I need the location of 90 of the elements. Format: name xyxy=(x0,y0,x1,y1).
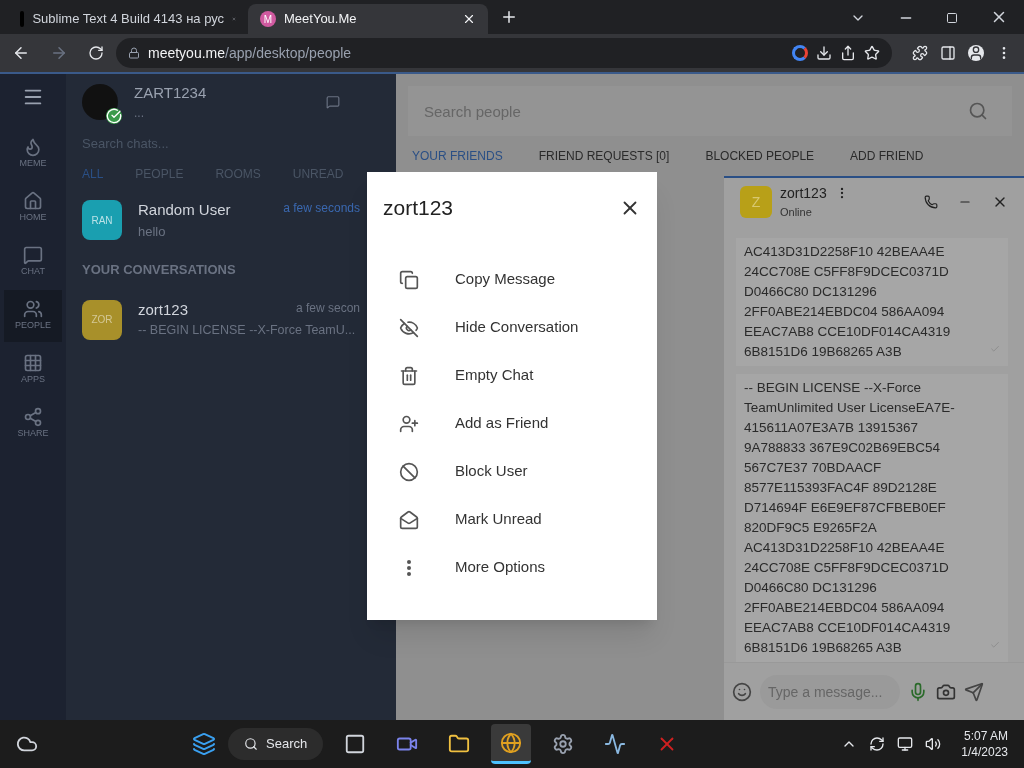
clock-time[interactable]: 5:07 AM xyxy=(964,728,1008,744)
dialog-option[interactable]: Empty Chat xyxy=(367,351,657,400)
back-icon[interactable] xyxy=(12,44,30,62)
timestamp: a few seconds xyxy=(283,200,360,217)
taskbar-app[interactable] xyxy=(491,724,532,764)
dialog-option[interactable]: Add as Friend xyxy=(367,399,657,448)
timestamp: a few secon xyxy=(295,299,360,317)
copy-icon xyxy=(399,269,419,290)
fire-icon xyxy=(23,137,43,158)
contact-name: zort123 xyxy=(138,299,189,320)
browser-icon xyxy=(500,731,523,754)
friends-list-tab[interactable]: ADD FRIEND xyxy=(850,147,924,165)
search-icon[interactable] xyxy=(968,101,988,121)
monitor-chart-icon xyxy=(604,733,627,755)
avatar: ZOR xyxy=(82,299,122,340)
dialog-title: zort123 xyxy=(383,195,454,221)
clock-date[interactable]: 1/4/2023 xyxy=(961,744,1008,760)
conversation-item[interactable]: ZOR zort123 a few secon -- BEGIN LICENSE --X-Force TeamU... xyxy=(82,291,360,348)
profile-name: ZART1234 xyxy=(134,82,208,103)
profile-status: ... xyxy=(134,105,145,123)
phone-icon[interactable] xyxy=(924,195,938,209)
avatar[interactable]: RAN xyxy=(82,200,122,240)
tab-title: Sublime Text 4 Build 4143 на рус xyxy=(32,10,225,29)
app-logo-icon xyxy=(20,11,25,27)
taskbar-search[interactable]: Search xyxy=(228,728,324,760)
block-icon xyxy=(399,461,419,482)
volume-icon[interactable] xyxy=(925,736,942,752)
people-icon xyxy=(23,299,43,320)
restore-icon[interactable] xyxy=(946,12,958,24)
close-icon[interactable] xyxy=(462,12,476,26)
microphone-icon[interactable] xyxy=(908,681,928,702)
extensions-icon[interactable] xyxy=(912,45,928,61)
dialog-option[interactable]: Copy Message xyxy=(367,255,657,304)
share-icon[interactable] xyxy=(840,45,856,61)
emoji-icon[interactable] xyxy=(732,681,752,702)
contact-status: Online xyxy=(780,205,813,221)
dialog-option[interactable]: Block User xyxy=(367,447,657,496)
install-icon[interactable] xyxy=(816,45,832,61)
friends-list-tab[interactable]: BLOCKED PEOPLE xyxy=(705,147,815,165)
contact-name: zort123 xyxy=(780,184,827,204)
lock-icon xyxy=(128,47,140,59)
send-icon[interactable] xyxy=(964,681,984,702)
chat-icon xyxy=(23,245,43,266)
new-tab-icon[interactable] xyxy=(500,8,518,26)
section-title: YOUR CONVERSATIONS xyxy=(82,261,237,279)
browser-tab[interactable]: Sublime Text 4 Build 4143 на рус xyxy=(8,4,248,34)
dialog-option[interactable]: More Options xyxy=(367,543,657,592)
sync-icon[interactable] xyxy=(869,736,886,752)
settings-icon xyxy=(552,733,575,755)
envelope-icon xyxy=(399,509,419,530)
more-icon xyxy=(407,559,411,576)
message-text: -- BEGIN LICENSE --X-Force TeamUnlimited User LicenseEA7E- 415611A07E3A7B 13915367 9A788833 367E9C02B69EBC54 567C7E37 70BDAACF 8577E115393FAC4F 89D2128E D714694F E6E9EF87CFBEB0EF 820DF9C5 E9265F2A AC413D31D2258F10 42BEAA4E 24CC708E C5FF8F9DCEC0371D D0466C80 DC131296 2FF0ABE214EBDC04 586AA094 EEAC7AB8 CCE10DF014CA4319 6B8151D6 19B68265 A3B xyxy=(744,379,955,657)
tab-title: MeetYou.Me xyxy=(284,10,358,29)
bookmark-star-icon[interactable] xyxy=(864,45,880,61)
home-icon xyxy=(23,191,43,212)
network-icon[interactable] xyxy=(897,736,914,752)
forward-icon[interactable] xyxy=(50,44,68,62)
nav-item[interactable]: HOME xyxy=(4,182,62,234)
task-view-icon xyxy=(344,733,367,755)
message-icon[interactable] xyxy=(326,95,340,109)
url-text: meetyou.me/app/desktop/people xyxy=(148,43,352,63)
friends-list-tab[interactable]: FRIEND REQUESTS [0] xyxy=(538,147,670,165)
nav-item[interactable]: SHARE xyxy=(4,398,62,450)
folder-icon xyxy=(448,733,471,755)
share-icon xyxy=(23,407,43,428)
profile-icon[interactable] xyxy=(968,45,984,61)
dialog-option[interactable]: Mark Unread xyxy=(367,495,657,544)
nav-item[interactable]: MEME xyxy=(4,128,62,180)
browser-tab[interactable]: M MeetYou.Me xyxy=(248,4,488,34)
nav-item[interactable]: PEOPLE xyxy=(4,290,62,342)
apps-grid-icon xyxy=(23,353,43,374)
search-icon xyxy=(244,737,259,751)
nav-item[interactable]: CHAT xyxy=(4,236,62,288)
google-icon[interactable] xyxy=(792,45,808,61)
friends-list-tab[interactable]: YOUR FRIENDS xyxy=(412,147,503,165)
address-bar[interactable]: meetyou.me/app/desktop/people xyxy=(116,38,892,68)
message-preview: hello xyxy=(138,222,167,241)
reload-icon[interactable] xyxy=(88,45,104,61)
site-logo-icon: M xyxy=(260,11,276,27)
online-check-icon xyxy=(106,108,122,124)
avatar: Z xyxy=(740,186,772,218)
contact-name: Random User xyxy=(138,200,231,220)
side-panel-icon[interactable] xyxy=(940,45,956,61)
message-text: AC413D31D2258F10 42BEAA4E 24CC708E C5FF8F9DCEC0371D D0466C80 DC131296 2FF0ABE214EBDC04 586AA094 EEAC7AB8 CCE10DF014CA4319 6B8151D6 19B68265 A3B xyxy=(744,243,951,361)
dialog-option[interactable]: Hide Conversation xyxy=(367,303,657,352)
add-person-icon xyxy=(399,413,419,434)
eye-off-icon xyxy=(399,317,419,338)
message-preview: -- BEGIN LICENSE --X-Force TeamU... xyxy=(138,322,357,340)
nav-item[interactable]: APPS xyxy=(4,344,62,396)
trash-icon xyxy=(399,365,419,386)
